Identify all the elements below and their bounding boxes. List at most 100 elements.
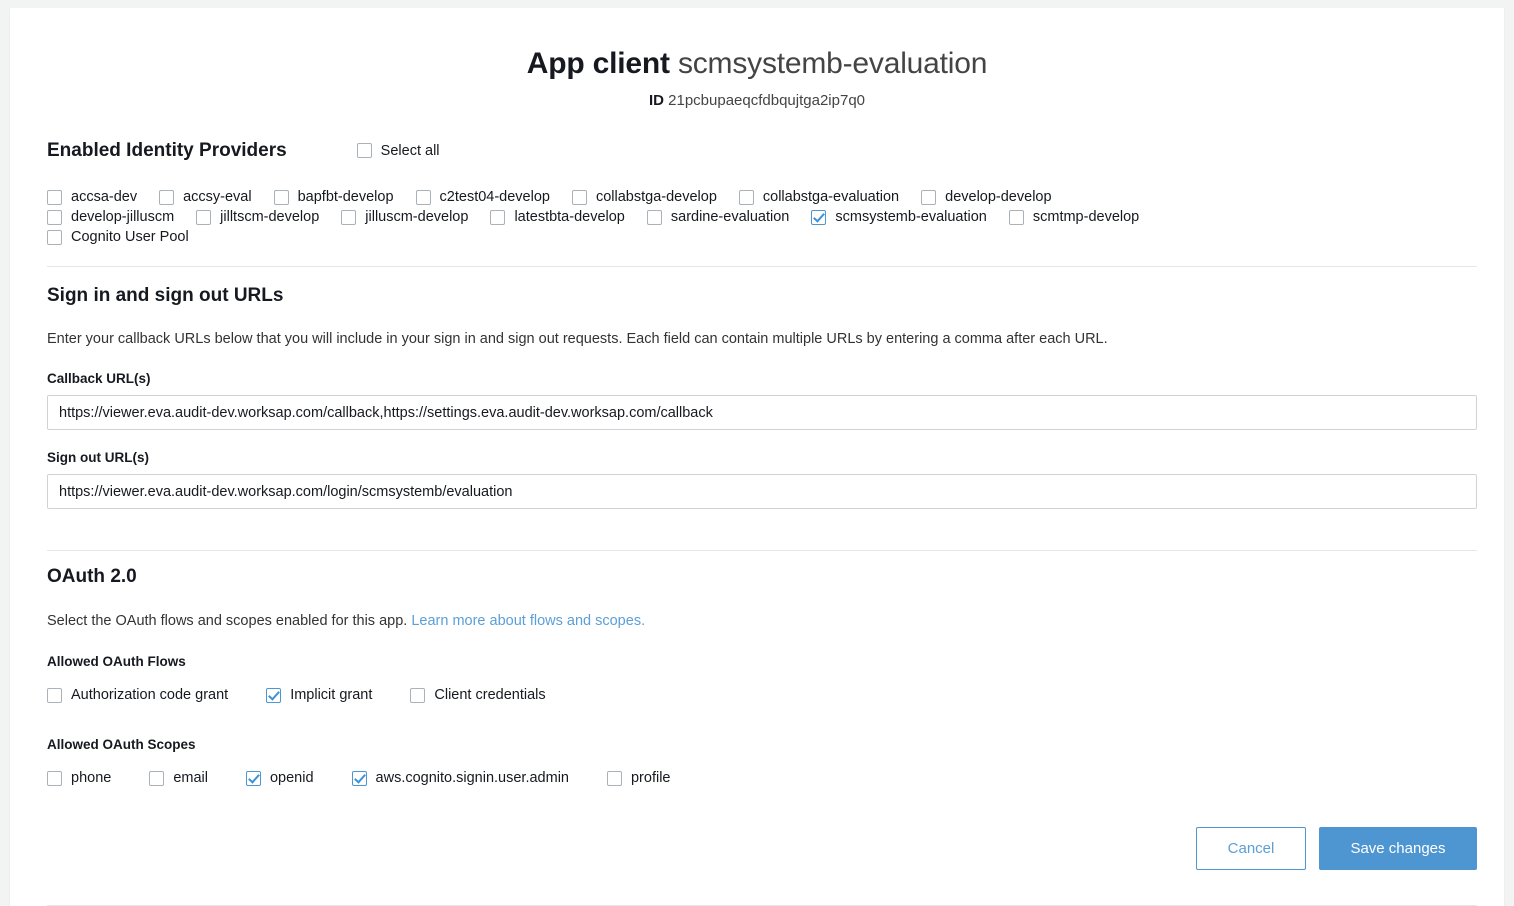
checkbox-label: collabstga-develop [595, 189, 717, 205]
checkbox-box [149, 770, 165, 786]
callback-url-label: Callback URL(s) [47, 371, 151, 386]
checkbox-label: phone [71, 770, 112, 786]
checkbox-box [1008, 209, 1024, 225]
checkbox-box [811, 209, 827, 225]
divider-urls-oauth [47, 550, 1477, 551]
checkbox-box [415, 189, 431, 205]
checkbox-box [490, 209, 506, 225]
checkbox-box [47, 770, 62, 786]
checkbox-label: aws.cognito.signin.user.admin [375, 770, 569, 786]
checkbox-box [47, 209, 62, 225]
oauth-scope-checkbox-phone[interactable]: phone [47, 769, 111, 787]
allowed-oauth-scopes-label: Allowed OAuth Scopes [47, 737, 196, 752]
checkbox-label: jilluscm-develop [365, 209, 469, 225]
form-actions: Cancel Save changes [1196, 827, 1477, 870]
select-all-label: Select all [380, 142, 440, 159]
idp-checkbox-collabstga-develop[interactable]: collabstga-develop [571, 188, 717, 206]
identity-providers-heading: Enabled Identity Providers [47, 140, 287, 161]
save-changes-button[interactable]: Save changes [1319, 827, 1477, 870]
oauth-flow-checkbox-implicit-grant[interactable]: Implicit grant [266, 686, 372, 704]
oauth-flow-checkbox-authorization-code-grant[interactable]: Authorization code grant [47, 686, 228, 704]
idp-checkbox-accsa-dev[interactable]: accsa-dev [47, 188, 137, 206]
idp-checkbox-jilltscm-develop[interactable]: jilltscm-develop [196, 208, 319, 226]
cancel-button[interactable]: Cancel [1196, 827, 1306, 870]
checkbox-box [159, 189, 175, 205]
idp-checkbox-bapfbt-develop[interactable]: bapfbt-develop [273, 188, 394, 206]
oauth-scope-checkbox-email[interactable]: email [149, 769, 208, 787]
oauth-description-text: Select the OAuth flows and scopes enable… [47, 613, 408, 629]
idp-checkbox-develop-develop[interactable]: develop-develop [921, 188, 1052, 206]
checkbox-label: collabstga-evaluation [762, 189, 900, 205]
checkbox-box [921, 189, 937, 205]
urls-heading: Sign in and sign out URLs [47, 285, 284, 306]
checkbox-box [341, 209, 357, 225]
checkbox-label: email [173, 770, 208, 786]
checkbox-box [646, 209, 662, 225]
identity-providers-row: accsa-dev accsy-eval bapfbt-develop c2test0… [47, 187, 1477, 207]
idp-checkbox-sardine-evaluation[interactable]: sardine-evaluation [646, 208, 790, 226]
learn-more-link[interactable]: Learn more about flows and scopes. [411, 613, 645, 629]
checkbox-box [351, 770, 367, 786]
page-title: App client scmsystemb-evaluation [10, 8, 1504, 81]
idp-checkbox-Cognito User Pool[interactable]: Cognito User Pool [47, 228, 189, 246]
allowed-oauth-flows-list: Authorization code grant Implicit grant Cl… [47, 686, 1477, 704]
identity-providers-section: Enabled Identity Providers Select all ac… [47, 139, 1477, 247]
app-client-id-value: 21pcbupaeqcfdbqujtga2ip7q0 [668, 92, 866, 109]
signin-signout-urls-section: Sign in and sign out URLs Enter your cal… [47, 284, 1477, 509]
checkbox-label: bapfbt-develop [297, 189, 394, 205]
checkbox-label: c2test04-develop [439, 189, 550, 205]
idp-checkbox-scmsystemb-evaluation[interactable]: scmsystemb-evaluation [811, 208, 987, 226]
checkbox-label: accsy-eval [183, 189, 252, 205]
idp-checkbox-jilluscm-develop[interactable]: jilluscm-develop [341, 208, 468, 226]
checkbox-label: develop-jilluscm [71, 209, 175, 225]
oauth-scope-checkbox-openid[interactable]: openid [245, 769, 314, 787]
checkbox-box [266, 687, 282, 703]
idp-checkbox-scmtmp-develop[interactable]: scmtmp-develop [1008, 208, 1139, 226]
page-title-strong: App client [526, 47, 670, 80]
checkbox-box [245, 770, 261, 786]
oauth-flow-checkbox-client-credentials[interactable]: Client credentials [410, 686, 546, 704]
checkbox-box [47, 189, 62, 205]
idp-checkbox-latestbta-develop[interactable]: latestbta-develop [490, 208, 625, 226]
allowed-oauth-scopes-list: phone email openid aws.cognito.signin.user.… [47, 769, 1477, 787]
allowed-oauth-flows-label: Allowed OAuth Flows [47, 654, 186, 669]
oauth-scope-checkbox-profile[interactable]: profile [606, 769, 671, 787]
checkbox-label: develop-develop [945, 189, 1052, 205]
idp-checkbox-develop-jilluscm[interactable]: develop-jilluscm [47, 208, 174, 226]
checkbox-box [273, 189, 289, 205]
app-client-id-label: ID [648, 92, 664, 109]
app-client-card: App client scmsystemb-evaluation ID 21pc… [10, 8, 1504, 906]
oauth-section: OAuth 2.0 Select the OAuth flows and sco… [47, 565, 1477, 787]
signout-url-input[interactable] [47, 474, 1477, 509]
oauth-description: Select the OAuth flows and scopes enable… [47, 612, 1477, 631]
checkbox-box [738, 189, 754, 205]
checkbox-label: Implicit grant [290, 687, 373, 703]
checkbox-box [47, 229, 62, 245]
checkbox-label: scmsystemb-evaluation [835, 209, 987, 225]
identity-providers-row: Cognito User Pool [47, 227, 1477, 247]
checkbox-label: Client credentials [434, 687, 546, 703]
checkbox-box [606, 770, 622, 786]
checkbox-box [410, 687, 426, 703]
select-all-checkbox[interactable]: Select all [356, 142, 440, 160]
checkbox-box [47, 687, 62, 703]
idp-checkbox-c2test04-develop[interactable]: c2test04-develop [415, 188, 550, 206]
identity-providers-list: accsa-dev accsy-eval bapfbt-develop c2test0… [47, 187, 1477, 247]
callback-url-input[interactable] [47, 395, 1477, 430]
checkbox-label: jilltscm-develop [220, 209, 320, 225]
checkbox-label: openid [269, 770, 314, 786]
checkbox-box [196, 209, 212, 225]
checkbox-label: Cognito User Pool [71, 229, 189, 245]
checkbox-label: accsa-dev [71, 189, 138, 205]
oauth-scope-checkbox-aws.cognito.signin.user.admin[interactable]: aws.cognito.signin.user.admin [351, 769, 569, 787]
idp-checkbox-accsy-eval[interactable]: accsy-eval [159, 188, 252, 206]
app-client-id: ID 21pcbupaeqcfdbqujtga2ip7q0 [10, 81, 1504, 110]
signout-url-label: Sign out URL(s) [47, 450, 149, 465]
checkbox-box [356, 143, 372, 158]
idp-checkbox-collabstga-evaluation[interactable]: collabstga-evaluation [738, 188, 900, 206]
divider-identity-urls [47, 266, 1477, 267]
checkbox-label: Authorization code grant [71, 687, 229, 703]
checkbox-label: sardine-evaluation [670, 209, 790, 225]
checkbox-label: profile [630, 770, 671, 786]
urls-description: Enter your callback URLs below that you … [47, 331, 1108, 347]
